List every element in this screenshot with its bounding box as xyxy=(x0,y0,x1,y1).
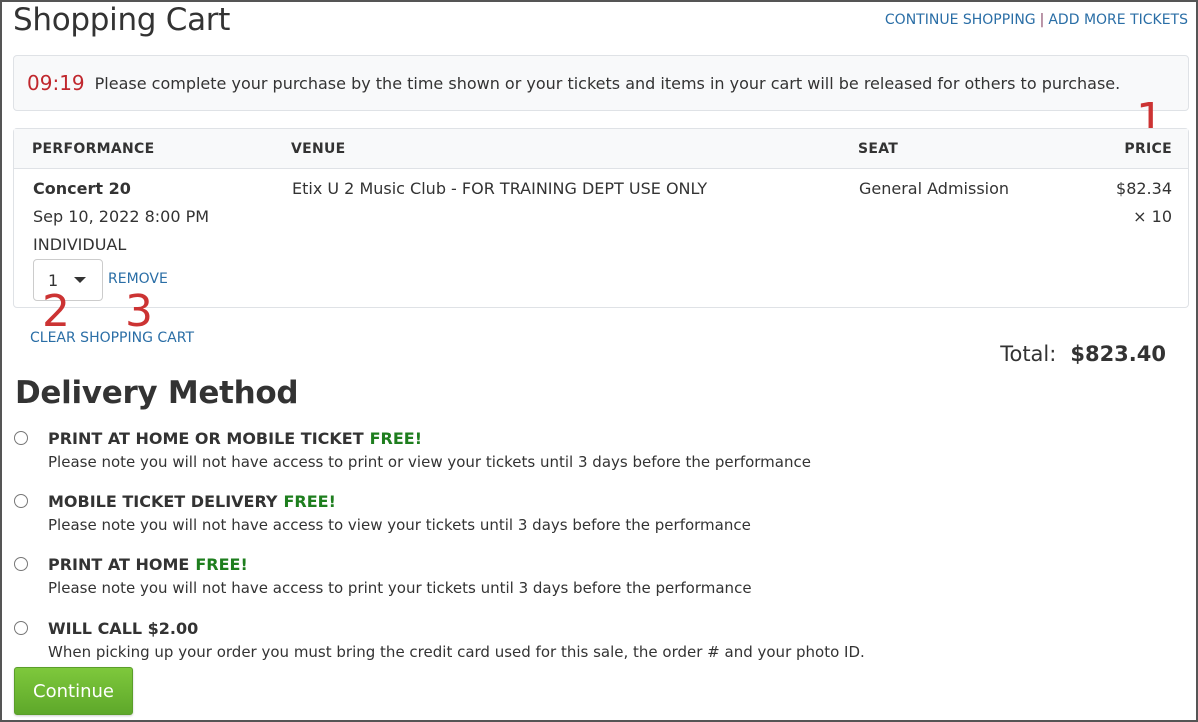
option-label: PRINT AT HOME OR MOBILE TICKET xyxy=(48,429,364,448)
unit-price: $82.34 xyxy=(1116,179,1172,198)
column-header-price: PRICE xyxy=(1124,141,1172,157)
total-label: Total: xyxy=(1000,342,1057,366)
option-note: Please note you will not have access to … xyxy=(48,453,811,471)
column-header-performance: PERFORMANCE xyxy=(32,141,155,157)
column-header-venue: VENUE xyxy=(291,141,346,157)
option-price: FREE! xyxy=(195,555,248,574)
price-cell: $82.34 × 10 xyxy=(1116,175,1172,231)
clear-shopping-cart-link[interactable]: CLEAR SHOPPING CART xyxy=(30,330,194,346)
page-title: Shopping Cart xyxy=(13,2,231,38)
seat-cell: General Admission xyxy=(859,179,1010,198)
timer-message: Please complete your purchase by the tim… xyxy=(94,73,1121,93)
performance-date: Sep 10, 2022 8:00 PM xyxy=(33,207,210,226)
option-price: FREE! xyxy=(283,492,336,511)
timer-alert: 09:19 Please complete your purchase by t… xyxy=(13,55,1189,111)
performance-name: Concert 20 xyxy=(33,179,131,198)
continue-button[interactable]: Continue xyxy=(14,667,133,715)
option-label: MOBILE TICKET DELIVERY xyxy=(48,492,278,511)
performance-cell: Concert 20 Sep 10, 2022 8:00 PM INDIVIDU… xyxy=(33,175,209,259)
annotation-3: 3 xyxy=(125,286,153,337)
remove-link[interactable]: REMOVE xyxy=(108,271,168,287)
column-header-seat: SEAT xyxy=(858,141,899,157)
delivery-method-title: Delivery Method xyxy=(15,375,299,411)
radio-button[interactable] xyxy=(14,621,28,635)
add-more-tickets-link[interactable]: ADD MORE TICKETS xyxy=(1048,12,1188,28)
option-label: PRINT AT HOME xyxy=(48,555,190,574)
link-separator: | xyxy=(1039,12,1045,28)
cart-table: PERFORMANCE VENUE SEAT PRICE Concert 20 … xyxy=(13,128,1189,308)
option-label: WILL CALL $2.00 xyxy=(48,619,199,638)
radio-button[interactable] xyxy=(14,557,28,571)
top-links: CONTINUE SHOPPING | ADD MORE TICKETS xyxy=(885,12,1188,28)
countdown-timer: 09:19 xyxy=(27,71,85,95)
option-note: Please note you will not have access to … xyxy=(48,579,752,597)
shopping-cart-page: Shopping Cart CONTINUE SHOPPING | ADD MORE… xyxy=(2,2,1196,720)
cart-table-header: PERFORMANCE VENUE SEAT PRICE xyxy=(14,129,1188,169)
venue-cell: Etix U 2 Music Club - FOR TRAINING DEPT … xyxy=(292,179,708,198)
option-price: FREE! xyxy=(369,429,423,448)
option-note: When picking up your order you must brin… xyxy=(48,643,865,661)
ticket-type: INDIVIDUAL xyxy=(33,235,127,254)
radio-button[interactable] xyxy=(14,431,28,445)
cart-total: Total: $823.40 xyxy=(1000,342,1166,366)
radio-button[interactable] xyxy=(14,494,28,508)
option-note: Please note you will not have access to … xyxy=(48,516,751,534)
annotation-2: 2 xyxy=(42,286,70,337)
continue-shopping-link[interactable]: CONTINUE SHOPPING xyxy=(885,12,1036,28)
price-multiplier: × 10 xyxy=(1133,207,1172,226)
table-row: Concert 20 Sep 10, 2022 8:00 PM INDIVIDU… xyxy=(14,169,1188,307)
total-amount: $823.40 xyxy=(1070,342,1166,366)
chevron-down-icon xyxy=(74,277,87,283)
